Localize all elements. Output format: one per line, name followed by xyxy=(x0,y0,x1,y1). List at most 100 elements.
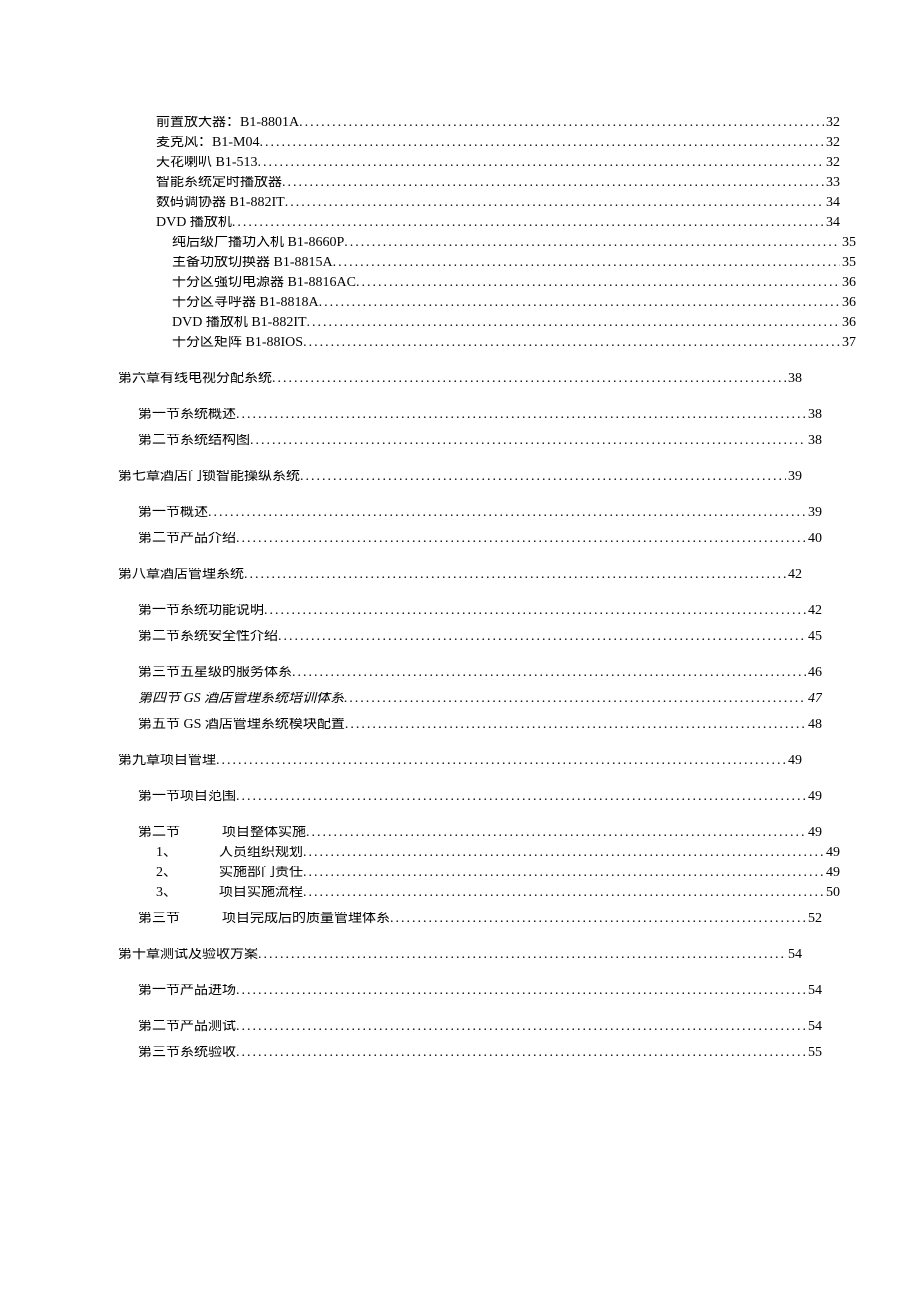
toc-entry-page: 48 xyxy=(806,718,822,732)
toc-entry: 第二节产品测试 54 xyxy=(138,1020,822,1034)
toc-entry-label: 第二节系统安全性介绍 xyxy=(138,630,278,644)
toc-entry: DVD 播放机 B1-882IT36 xyxy=(172,316,856,330)
toc-leader-dots xyxy=(250,434,806,448)
toc-entry-page: 54 xyxy=(786,948,802,962)
toc-entry-page: 46 xyxy=(806,666,822,680)
toc-entry: 主备功放切换器 B1-8815A 35 xyxy=(172,256,856,270)
toc-leader-dots xyxy=(306,826,806,840)
toc-entry: DVD 播放机 34 xyxy=(156,216,840,230)
toc-entry: 第一节项目范围 49 xyxy=(138,790,822,804)
toc-entry-label: 第五节 GS 酒店管理系统模块配置 xyxy=(138,718,345,732)
toc-entry-page: 32 xyxy=(824,116,840,130)
toc-entry-page: 45 xyxy=(806,630,822,644)
toc-entry: 第十章测试及验收方案 54 xyxy=(118,948,802,962)
page: 前置放大器：B1-8801A 32 麦克风：B1-M0432 天花喇叭 B1-513… xyxy=(0,0,920,1301)
toc-leader-dots xyxy=(236,790,806,804)
toc-entry-label: 第一节系统功能说明 xyxy=(138,604,264,618)
toc-entry-label: 第三节项目完成后的质量管理体系 xyxy=(138,912,390,926)
toc-entry: 第六章有线电视分配系统 38 xyxy=(118,372,802,386)
toc-entry: 第三节五星级的服务体系 46 xyxy=(138,666,822,680)
toc-entry: 第二节产品介绍 40 xyxy=(138,532,822,546)
toc-leader-dots xyxy=(299,116,824,130)
toc-entry: 十分区矩阵 B1-88IOS37 xyxy=(172,336,856,350)
toc-entry-label: 第十章测试及验收方案 xyxy=(118,948,258,962)
toc-entry-label: 第二节产品测试 xyxy=(138,1020,236,1034)
toc-entry: 十分区强切电源器 B1-8816AC 36 xyxy=(172,276,856,290)
toc-entry-label: 第八章酒店管理系统 xyxy=(118,568,244,582)
toc-leader-dots xyxy=(282,176,824,190)
toc-leader-dots xyxy=(236,532,806,546)
toc-entry-page: 36 xyxy=(840,276,856,290)
toc-entry: 第一节系统概述 38 xyxy=(138,408,822,422)
toc-entry: 2、实施部门责任 49 xyxy=(156,866,840,880)
toc-entry-label: 第二节系统结构图 xyxy=(138,434,250,448)
toc-entry-label: 第一节概述 xyxy=(138,506,208,520)
toc-entry-label: 2、实施部门责任 xyxy=(156,866,303,880)
toc-entry-page: 50 xyxy=(824,886,840,900)
toc-entry-page: 49 xyxy=(806,790,822,804)
toc-entry: 麦克风：B1-M0432 xyxy=(156,136,840,150)
toc-entry-page: 34 xyxy=(824,216,840,230)
toc-entry: 第二节项目整体实施 49 xyxy=(138,826,822,840)
toc-entry: 3、项目实施流程 50 xyxy=(156,886,840,900)
toc-entry: 第七章酒店门锁智能操纵系统 39 xyxy=(118,470,802,484)
toc-leader-dots xyxy=(236,408,806,422)
toc-entry-label: 第三节五星级的服务体系 xyxy=(138,666,292,680)
toc-entry-page: 38 xyxy=(806,408,822,422)
table-of-contents: 前置放大器：B1-8801A 32麦克风：B1-M0432天花喇叭 B1-513… xyxy=(118,116,802,1060)
toc-leader-dots xyxy=(303,336,840,350)
toc-entry: 前置放大器：B1-8801A 32 xyxy=(156,116,840,130)
toc-entry: 数码调协器 B1-882IT34 xyxy=(156,196,840,210)
toc-entry: 第二节系统结构图 38 xyxy=(138,434,822,448)
toc-entry-page: 39 xyxy=(806,506,822,520)
toc-leader-dots xyxy=(244,568,786,582)
toc-entry-page: 49 xyxy=(806,826,822,840)
toc-entry-label: 第六章有线电视分配系统 xyxy=(118,372,272,386)
toc-entry-label: 第二节产品介绍 xyxy=(138,532,236,546)
toc-entry: 1、人员组织规划 49 xyxy=(156,846,840,860)
toc-entry-label: 十分区矩阵 B1-88IOS xyxy=(172,336,303,350)
toc-leader-dots xyxy=(264,604,806,618)
toc-entry-page: 35 xyxy=(840,256,856,270)
toc-entry-page: 38 xyxy=(786,372,802,386)
toc-entry: 第四节 GS 酒店管理系统培训体系 47 xyxy=(138,692,822,706)
toc-entry-page: 38 xyxy=(806,434,822,448)
toc-leader-dots xyxy=(236,1046,806,1060)
toc-leader-dots xyxy=(236,984,806,998)
toc-leader-dots xyxy=(236,1020,806,1034)
toc-entry-label: 十分区强切电源器 B1-8816AC xyxy=(172,276,356,290)
toc-entry-label: 十分区寻呼器 B1-8818A xyxy=(172,296,319,310)
toc-entry-page: 49 xyxy=(824,866,840,880)
toc-entry-label: DVD 播放机 B1-882IT xyxy=(172,316,307,330)
toc-entry-label: 第二节项目整体实施 xyxy=(138,826,306,840)
toc-entry-page: 35 xyxy=(840,236,856,250)
toc-entry-page: 47 xyxy=(806,692,822,706)
toc-leader-dots xyxy=(303,846,824,860)
toc-leader-dots xyxy=(258,948,786,962)
toc-entry: 十分区寻呼器 B1-8818A 36 xyxy=(172,296,856,310)
toc-leader-dots xyxy=(319,296,840,310)
toc-leader-dots xyxy=(307,316,840,330)
toc-entry-page: 42 xyxy=(786,568,802,582)
toc-entry-label: 第一节项目范围 xyxy=(138,790,236,804)
toc-entry: 第八章酒店管理系统 42 xyxy=(118,568,802,582)
toc-entry-label: 1、人员组织规划 xyxy=(156,846,303,860)
toc-entry: 天花喇叭 B1-513 32 xyxy=(156,156,840,170)
toc-entry-label: DVD 播放机 xyxy=(156,216,232,230)
toc-entry-page: 34 xyxy=(824,196,840,210)
toc-entry-label: 前置放大器：B1-8801A xyxy=(156,116,299,130)
toc-leader-dots xyxy=(333,256,840,270)
toc-entry-label: 第九章项目管理 xyxy=(118,754,216,768)
toc-entry: 智能系统定时播放器33 xyxy=(156,176,840,190)
toc-entry-label: 第四节 GS 酒店管理系统培训体系 xyxy=(138,692,344,706)
toc-entry-page: 33 xyxy=(824,176,840,190)
toc-entry: 第三节系统验收 55 xyxy=(138,1046,822,1060)
toc-entry-page: 39 xyxy=(786,470,802,484)
toc-entry-label: 第三节系统验收 xyxy=(138,1046,236,1060)
toc-leader-dots xyxy=(208,506,806,520)
toc-entry-label: 第一节系统概述 xyxy=(138,408,236,422)
toc-entry: 第二节系统安全性介绍 45 xyxy=(138,630,822,644)
toc-leader-dots xyxy=(344,236,840,250)
toc-entry-label: 第七章酒店门锁智能操纵系统 xyxy=(118,470,300,484)
toc-entry-page: 49 xyxy=(786,754,802,768)
